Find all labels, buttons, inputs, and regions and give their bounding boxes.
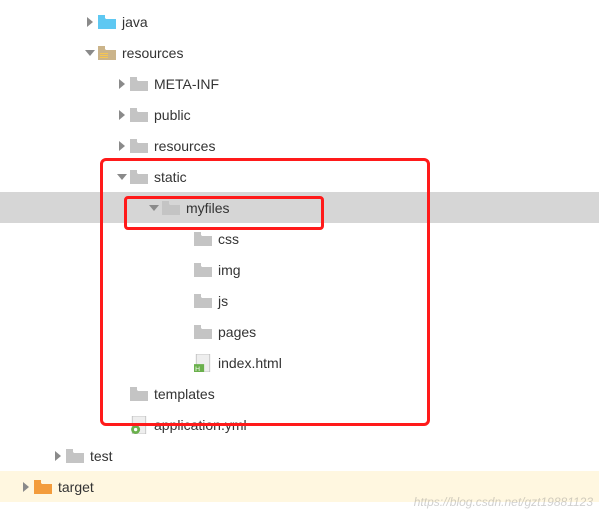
tree-row-index-html[interactable]: H index.html — [0, 347, 599, 378]
tree-label: img — [218, 262, 241, 278]
tree-label: index.html — [218, 355, 282, 371]
svg-text:H: H — [195, 365, 200, 371]
tree-row-pages[interactable]: pages — [0, 316, 599, 347]
tree-row-meta-inf[interactable]: META-INF — [0, 68, 599, 99]
tree-row-java[interactable]: java — [0, 6, 599, 37]
tree-label: java — [122, 14, 148, 30]
tree-row-myfiles[interactable]: myfiles — [0, 192, 599, 223]
chevron-right-icon[interactable] — [18, 479, 34, 495]
tree-label: myfiles — [186, 200, 230, 216]
tree-row-test[interactable]: test — [0, 440, 599, 471]
html-file-icon: H — [194, 355, 212, 371]
folder-icon — [194, 231, 212, 247]
tree-label: public — [154, 107, 191, 123]
tree-label: application.yml — [154, 417, 247, 433]
yml-file-icon — [130, 417, 148, 433]
chevron-down-icon[interactable] — [114, 169, 130, 185]
tree-label: css — [218, 231, 239, 247]
folder-icon — [130, 386, 148, 402]
tree-label: js — [218, 293, 228, 309]
tree-label: test — [90, 448, 113, 464]
folder-icon — [98, 14, 116, 30]
chevron-right-icon[interactable] — [82, 14, 98, 30]
folder-icon — [130, 138, 148, 154]
chevron-down-icon[interactable] — [146, 200, 162, 216]
tree-row-resources2[interactable]: resources — [0, 130, 599, 161]
tree-label: resources — [154, 138, 215, 154]
chevron-right-icon[interactable] — [114, 76, 130, 92]
tree-row-static[interactable]: static — [0, 161, 599, 192]
folder-icon — [194, 324, 212, 340]
tree-row-public[interactable]: public — [0, 99, 599, 130]
target-folder-icon — [34, 479, 52, 495]
folder-icon — [130, 76, 148, 92]
resources-folder-icon — [98, 45, 116, 61]
tree-label: META-INF — [154, 76, 219, 92]
tree-row-css[interactable]: css — [0, 223, 599, 254]
tree-row-resources[interactable]: resources — [0, 37, 599, 68]
tree-row-templates[interactable]: templates — [0, 378, 599, 409]
folder-icon — [130, 169, 148, 185]
chevron-right-icon[interactable] — [114, 138, 130, 154]
tree-row-js[interactable]: js — [0, 285, 599, 316]
chevron-right-icon[interactable] — [50, 448, 66, 464]
chevron-down-icon[interactable] — [82, 45, 98, 61]
folder-icon — [162, 200, 180, 216]
folder-icon — [194, 293, 212, 309]
watermark: https://blog.csdn.net/gzt19881123 — [414, 495, 593, 509]
tree-label: templates — [154, 386, 215, 402]
tree-label: pages — [218, 324, 256, 340]
tree-label: target — [58, 479, 94, 495]
tree-label: static — [154, 169, 187, 185]
folder-icon — [66, 448, 84, 464]
chevron-right-icon[interactable] — [114, 107, 130, 123]
tree-row-img[interactable]: img — [0, 254, 599, 285]
folder-icon — [130, 107, 148, 123]
file-tree: java resources META-INF public resources… — [0, 0, 599, 502]
tree-row-application-yml[interactable]: application.yml — [0, 409, 599, 440]
folder-icon — [194, 262, 212, 278]
tree-label: resources — [122, 45, 183, 61]
